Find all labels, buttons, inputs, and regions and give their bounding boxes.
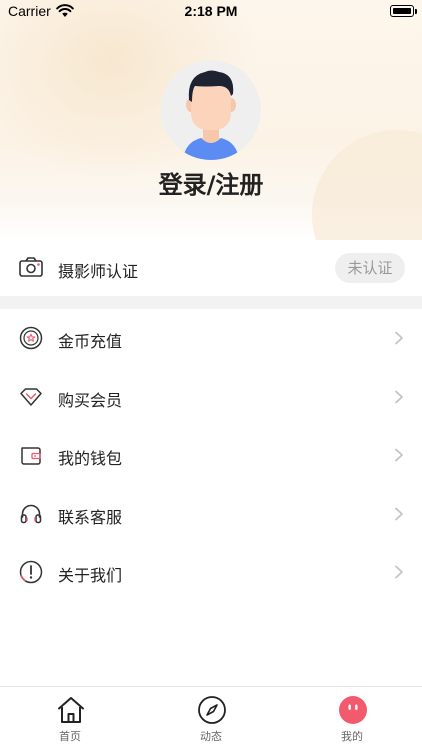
login-register-link[interactable]: 登录/注册	[0, 165, 422, 200]
menu-item-contact-service[interactable]: 联系客服	[0, 485, 422, 544]
chevron-right-icon	[395, 448, 403, 462]
section-divider	[0, 296, 422, 309]
clock: 2:18 PM	[184, 3, 238, 19]
chevron-right-icon	[395, 331, 403, 345]
menu-item-label: 联系客服	[58, 507, 123, 527]
status-bar: Carrier 2:18 PM	[0, 0, 422, 24]
battery-icon	[390, 5, 414, 17]
tab-feed[interactable]: 动态	[141, 687, 281, 751]
certification-status-badge: 未认证	[335, 253, 405, 283]
chevron-right-icon	[395, 565, 403, 579]
tab-label: 首页	[59, 730, 81, 743]
tab-label: 我的	[341, 730, 363, 743]
wallet-icon	[21, 447, 41, 465]
menu-item-about-us[interactable]: 关于我们	[0, 543, 422, 602]
tab-bar: 首页 动态 我的	[0, 686, 422, 751]
chevron-right-icon	[395, 390, 403, 403]
menu-item-my-wallet[interactable]: 我的钱包	[0, 426, 422, 485]
tab-label: 动态	[200, 730, 222, 743]
menu-item-label: 金币充值	[58, 332, 123, 351]
menu-item-coin-recharge[interactable]: 金币充值	[0, 309, 422, 368]
menu-item-buy-membership[interactable]: 购买会员	[0, 368, 422, 427]
profile-header: Carrier 2:18 PM 登录/注册	[0, 0, 422, 240]
menu-item-label: 我的钱包	[58, 449, 123, 469]
info-icon	[19, 561, 43, 584]
default-avatar-icon	[183, 70, 239, 160]
diamond-icon	[20, 387, 42, 406]
tab-home[interactable]: 首页	[0, 687, 140, 751]
home-icon	[58, 697, 84, 723]
chevron-right-icon	[395, 507, 403, 521]
photographer-certification-label: 摄影师认证	[58, 262, 139, 281]
menu-item-label: 购买会员	[58, 390, 123, 410]
face-icon	[339, 696, 367, 724]
coin-icon	[19, 326, 43, 350]
tab-profile[interactable]: 我的	[282, 687, 422, 751]
menu-item-label: 关于我们	[58, 566, 123, 586]
settings-menu: 金币充值 购买会员 我的钱包 联系客服 关于我们	[0, 309, 422, 602]
avatar[interactable]	[161, 60, 261, 160]
headset-icon	[20, 504, 42, 524]
battery-nub	[415, 9, 417, 14]
photographer-certification-row[interactable]: 摄影师认证 未认证	[0, 240, 422, 296]
camera-icon	[19, 257, 43, 277]
compass-icon	[198, 696, 226, 724]
